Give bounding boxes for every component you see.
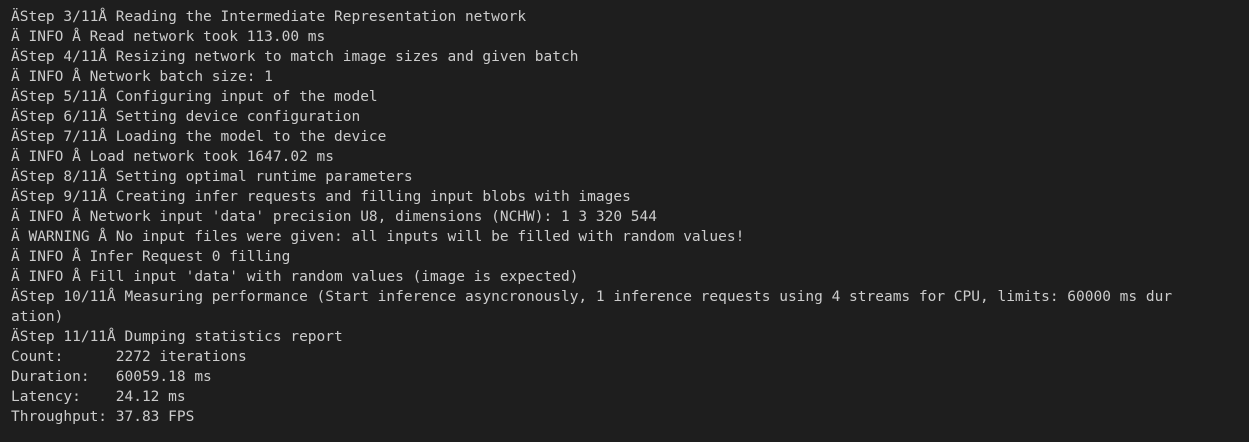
output-line-step-9: ÄStep 9/11Å Creating infer requests and … — [11, 189, 631, 205]
terminal-output: ÄStep 3/11Å Reading the Intermediate Rep… — [11, 7, 1249, 427]
output-line-info-network-input: Ä INFO Å Network input 'data' precision … — [11, 209, 658, 225]
output-line-info-infer-request: Ä INFO Å Infer Request 0 filling — [11, 249, 291, 265]
output-line-info-load-network: Ä INFO Å Load network took 1647.02 ms — [11, 149, 335, 165]
output-line-latency: Latency: 24.12 ms — [11, 389, 186, 405]
output-line-duration: Duration: 60059.18 ms — [11, 369, 212, 385]
output-line-step-4: ÄStep 4/11Å Resizing network to match im… — [11, 49, 579, 65]
output-line-step-3: ÄStep 3/11Å Reading the Intermediate Rep… — [11, 9, 527, 25]
output-line-step-7: ÄStep 7/11Å Loading the model to the dev… — [11, 129, 387, 145]
output-line-info-read-network: Ä INFO Å Read network took 113.00 ms — [11, 29, 326, 45]
output-line-step-10-wrap: ation) — [11, 309, 64, 325]
output-line-step-11: ÄStep 11/11Å Dumping statistics report — [11, 329, 343, 345]
output-line-warning: Ä WARNING Å No input files were given: a… — [11, 229, 745, 245]
output-line-info-batch-size: Ä INFO Å Network batch size: 1 — [11, 69, 273, 85]
terminal-window[interactable]: ÄStep 3/11Å Reading the Intermediate Rep… — [0, 0, 1249, 442]
output-line-step-5: ÄStep 5/11Å Configuring input of the mod… — [11, 89, 378, 105]
output-line-throughput: Throughput: 37.83 FPS — [11, 409, 195, 425]
output-line-count: Count: 2272 iterations — [11, 349, 247, 365]
output-line-info-fill-input: Ä INFO Å Fill input 'data' with random v… — [11, 269, 579, 285]
output-line-step-10: ÄStep 10/11Å Measuring performance (Star… — [11, 289, 1173, 305]
output-line-step-8: ÄStep 8/11Å Setting optimal runtime para… — [11, 169, 413, 185]
output-line-step-6: ÄStep 6/11Å Setting device configuration — [11, 109, 361, 125]
